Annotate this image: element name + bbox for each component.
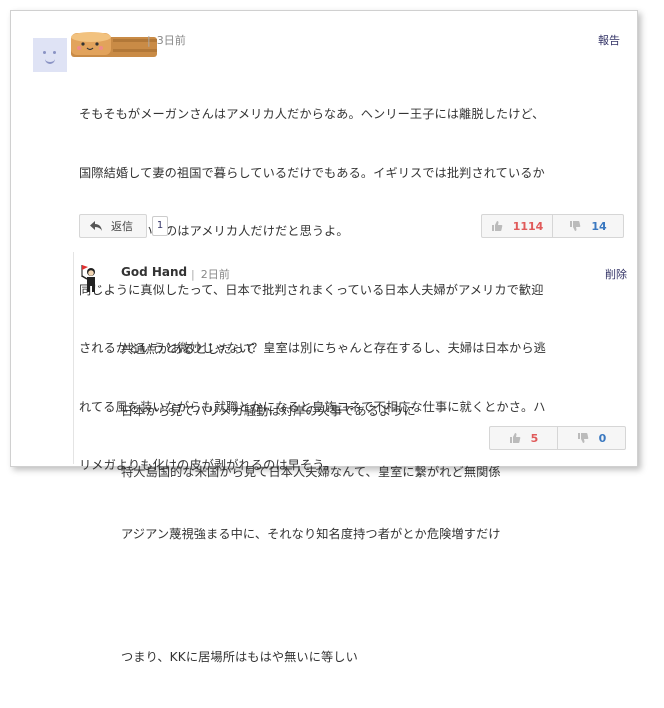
reply-line bbox=[121, 585, 501, 606]
flag-person-avatar-icon[interactable] bbox=[79, 263, 101, 293]
thumbs-down-icon bbox=[577, 433, 589, 443]
reply-upvote-button[interactable]: 5 bbox=[490, 427, 557, 449]
reply-line: 共通点があるとしたって bbox=[121, 342, 256, 356]
report-link[interactable]: 報告 bbox=[598, 32, 620, 48]
reply-vote-box: 5 0 bbox=[489, 426, 626, 450]
comment-time: 3日前 bbox=[156, 34, 186, 47]
comment-thread-card: | 3日前 報告 そもそもがメーガンさんはアメリカ人だからなあ。ヘンリー王子には離… bbox=[10, 10, 638, 664]
reply-body: 共通点があるとしたって 日本から見てハリメガ騒動は対岸の火事であるように 特大島… bbox=[121, 298, 501, 708]
thumbs-down-icon bbox=[570, 221, 581, 231]
downvote-count: 14 bbox=[591, 219, 607, 233]
upvote-count: 1114 bbox=[512, 219, 544, 233]
reply-meta: | 2日前 bbox=[191, 268, 230, 281]
reply-line: 日本から見てハリメガ騒動は対岸の火事であるように bbox=[121, 403, 416, 418]
default-avatar-icon[interactable] bbox=[33, 38, 67, 72]
reply-button[interactable]: 返信 bbox=[79, 214, 147, 238]
reply-count-badge[interactable]: 1 bbox=[152, 216, 168, 236]
thumbs-up-icon bbox=[491, 221, 503, 231]
downvote-button[interactable]: 14 bbox=[552, 215, 623, 237]
comment-line: ら、騙せているのはアメリカ人だけだと思うよ。 bbox=[79, 224, 349, 238]
reply-upvote-count: 5 bbox=[530, 431, 539, 445]
comment-line: そもそもがメーガンさんはアメリカ人だからなあ。ヘンリー王子には離脱したけど、 bbox=[79, 107, 545, 121]
reply-line: アジアン蔑視強まる中に、それなり知名度持つ者がとか危険増すだけ bbox=[121, 526, 501, 541]
delete-link[interactable]: 削除 bbox=[605, 266, 627, 282]
reply-line: 特大島国的な米国から見て日本人夫婦なんて、皇室に繋がれど無関係 bbox=[121, 465, 501, 479]
reply-downvote-button[interactable]: 0 bbox=[557, 427, 625, 449]
comment-line: 国際結婚して妻の祖国で暮らしているだけでもある。イギリスでは批判されているか bbox=[79, 165, 545, 180]
reply-thread-line bbox=[73, 252, 74, 464]
reply-downvote-count: 0 bbox=[598, 431, 607, 445]
vote-box: 1114 14 bbox=[481, 214, 624, 238]
upvote-button[interactable]: 1114 bbox=[482, 215, 552, 237]
reply-time: 2日前 bbox=[200, 268, 230, 281]
reply-arrow-icon bbox=[90, 220, 102, 231]
reply-line: つまり、KKに居場所はもはや無いに等しい bbox=[121, 649, 358, 664]
comment-meta: | 3日前 bbox=[147, 34, 186, 47]
reply-label: 返信 bbox=[111, 220, 133, 233]
thumbs-up-icon bbox=[509, 433, 521, 443]
reply-author-name[interactable]: God Hand bbox=[121, 265, 187, 279]
